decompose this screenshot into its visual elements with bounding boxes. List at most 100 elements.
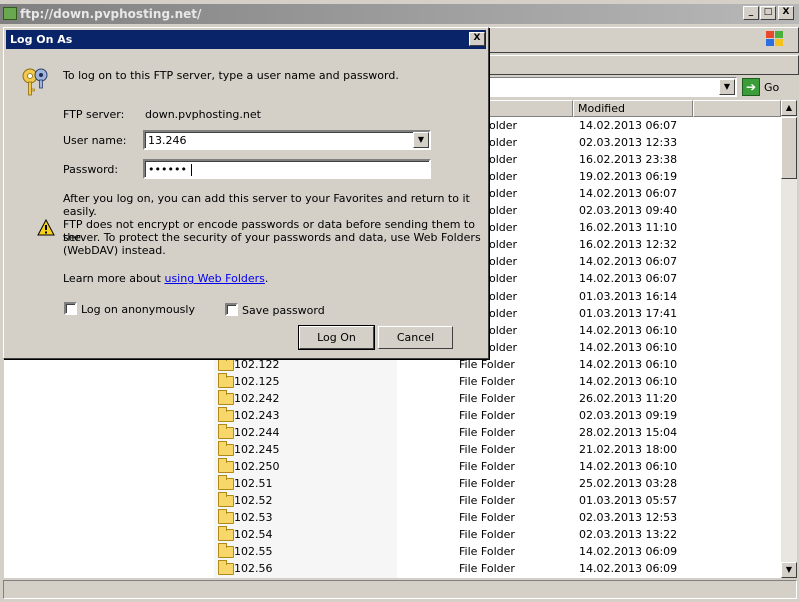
user-name-label-text: User name: xyxy=(63,134,127,147)
item-type: File Folder xyxy=(459,528,515,542)
item-modified: 16.02.2013 12:32 xyxy=(579,238,678,252)
item-modified: 14.02.2013 06:10 xyxy=(579,357,678,371)
item-modified: 14.02.2013 06:07 xyxy=(579,119,678,132)
folder-icon xyxy=(218,543,234,559)
item-name: 102.51 xyxy=(234,477,273,491)
item-modified: 01.03.2013 17:41 xyxy=(579,306,678,320)
password-field[interactable]: •••••• xyxy=(143,159,431,179)
item-type: older xyxy=(489,170,518,184)
item-modified: 16.02.2013 11:10 xyxy=(579,221,678,235)
column-header-extra[interactable] xyxy=(693,100,781,117)
item-modified: 02.03.2013 12:33 xyxy=(579,136,678,150)
column-header-type[interactable] xyxy=(489,100,573,117)
item-modified: 14.02.2013 06:09 xyxy=(579,545,678,559)
item-modified: 14.02.2013 06:10 xyxy=(579,323,678,337)
item-name: 102.244 xyxy=(234,425,280,439)
item-type: older xyxy=(489,153,518,167)
item-type: older xyxy=(489,323,518,337)
anonymous-checkbox[interactable] xyxy=(64,302,77,315)
window-title-bar[interactable]: ftp://down.pvphosting.net/ _ □ X xyxy=(0,4,799,24)
item-modified: 14.02.2013 06:10 xyxy=(579,374,678,388)
scroll-up-button[interactable]: ▲ xyxy=(781,100,797,116)
close-button[interactable]: X xyxy=(778,6,794,20)
folder-icon xyxy=(218,560,234,576)
item-modified: 02.03.2013 13:22 xyxy=(579,528,678,542)
windows-logo-icon xyxy=(764,29,786,49)
toolbar-area xyxy=(489,27,799,53)
item-type: File Folder xyxy=(459,494,515,508)
address-input[interactable] xyxy=(489,77,737,97)
dialog-title: Log On As xyxy=(10,33,73,46)
folder-icon xyxy=(218,458,234,473)
keys-icon xyxy=(20,64,52,98)
item-modified: 14.02.2013 06:09 xyxy=(579,562,678,576)
list-item[interactable]: 102.242 File Folder 26.02.2013 11:20 xyxy=(4,389,781,407)
column-header-modified[interactable]: Modified xyxy=(573,100,693,117)
dialog-title-bar[interactable]: Log On As X xyxy=(6,30,486,49)
folder-icon xyxy=(218,406,234,422)
list-item[interactable]: 102.243 File Folder 02.03.2013 09:19 xyxy=(4,406,781,424)
warning-text-line2: server. To protect the security of your … xyxy=(63,231,481,244)
folder-icon xyxy=(218,492,234,508)
item-type: File Folder xyxy=(459,460,515,473)
item-name: 102.56 xyxy=(234,562,273,576)
user-name-dropdown-button[interactable]: ▼ xyxy=(413,132,429,148)
cancel-button[interactable]: Cancel xyxy=(378,326,453,349)
item-modified: 14.02.2013 06:10 xyxy=(579,340,678,354)
item-type: File Folder xyxy=(459,391,515,405)
item-type: older xyxy=(489,272,518,286)
go-arrow-icon[interactable]: ➔ xyxy=(742,78,760,96)
list-item[interactable]: 102.125 File Folder 14.02.2013 06:10 xyxy=(4,372,781,390)
logon-dialog: Log On As X To log on to this FTP server… xyxy=(3,27,489,359)
password-value: •••••• xyxy=(148,163,187,176)
item-modified: 02.03.2013 09:19 xyxy=(579,408,678,422)
save-password-label[interactable]: Save password xyxy=(242,304,325,317)
item-modified: 21.02.2013 18:00 xyxy=(579,442,678,456)
item-type: older xyxy=(489,255,518,269)
folder-icon xyxy=(218,475,234,491)
list-item[interactable]: 102.54 File Folder 02.03.2013 13:22 xyxy=(4,526,781,543)
folder-icon xyxy=(218,372,234,388)
list-item[interactable]: 102.56 File Folder 14.02.2013 06:09 xyxy=(4,560,781,577)
item-type: File Folder xyxy=(459,408,515,422)
address-dropdown-button[interactable]: ▼ xyxy=(719,79,735,95)
item-modified: 16.02.2013 23:38 xyxy=(579,153,678,167)
item-type: File Folder xyxy=(459,562,515,576)
folder-icon xyxy=(218,389,234,405)
warning-text-line3: (WebDAV) instead. xyxy=(63,244,166,257)
item-modified: 28.02.2013 15:04 xyxy=(579,425,678,439)
logon-button[interactable]: Log On xyxy=(298,325,375,350)
user-name-value: 13.246 xyxy=(148,134,187,147)
list-item[interactable]: 102.51 File Folder 25.02.2013 03:28 xyxy=(4,475,781,492)
scroll-thumb[interactable] xyxy=(781,117,797,179)
list-item[interactable]: 102.52 File Folder 01.03.2013 05:57 xyxy=(4,492,781,509)
web-folders-link[interactable]: using Web Folders xyxy=(164,272,264,285)
save-password-checkbox[interactable] xyxy=(225,303,238,316)
password-label: Password: xyxy=(63,163,119,176)
vertical-scrollbar[interactable]: ▲ ▼ xyxy=(781,100,797,578)
go-button-label[interactable]: Go xyxy=(764,81,779,94)
after-logon-text: After you log on, you can add this serve… xyxy=(63,192,470,218)
folder-icon xyxy=(218,526,234,542)
minimize-button[interactable]: _ xyxy=(743,6,759,20)
list-item[interactable]: 102.53 File Folder 02.03.2013 12:53 xyxy=(4,509,781,526)
learn-more-prefix: Learn more about xyxy=(63,272,165,285)
list-item[interactable]: 102.55 File Folder 14.02.2013 06:09 xyxy=(4,543,781,560)
list-item[interactable]: 102.245 File Folder 21.02.2013 18:00 xyxy=(4,440,781,458)
dialog-close-button[interactable]: X xyxy=(469,32,485,46)
maximize-button[interactable]: □ xyxy=(760,6,776,20)
scroll-down-button[interactable]: ▼ xyxy=(781,562,797,578)
learn-more-suffix: . xyxy=(264,272,269,285)
warning-icon xyxy=(37,218,55,236)
item-type: older xyxy=(489,221,518,235)
item-name: 102.243 xyxy=(234,408,280,422)
list-item[interactable]: 102.244 File Folder 28.02.2013 15:04 xyxy=(4,423,781,441)
folder-icon xyxy=(218,355,234,371)
toolbar-row-2 xyxy=(489,55,799,75)
item-type: File Folder xyxy=(459,425,515,439)
item-type: File Folder xyxy=(459,357,515,371)
item-modified: 19.02.2013 06:19 xyxy=(579,170,678,184)
anonymous-label[interactable]: Log on anonymously xyxy=(81,303,195,316)
user-name-combo[interactable]: 13.246 xyxy=(143,130,431,150)
list-item[interactable]: 102.250 File Folder 14.02.2013 06:10 xyxy=(4,458,781,475)
